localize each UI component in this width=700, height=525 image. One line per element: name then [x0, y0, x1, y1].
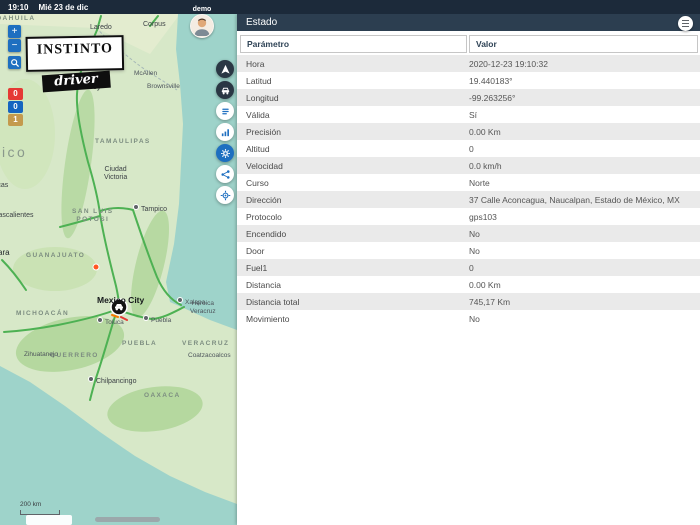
logo-driver-text: driver [41, 70, 111, 93]
table-row-distancia[interactable]: Distancia 0.00 Km [237, 276, 700, 293]
hamburger-icon [682, 20, 689, 22]
param-cell: Altitud [246, 143, 270, 154]
value-cell: No [469, 245, 480, 256]
value-cell: 745,17 Km [469, 296, 511, 307]
value-cell: Sí [469, 109, 478, 120]
param-cell: Movimiento [246, 313, 290, 324]
param-cell: Protocolo [246, 211, 282, 222]
table-row-curso[interactable]: Curso Norte [237, 174, 700, 191]
value-cell: -99.263256° [469, 92, 516, 103]
user-avatar[interactable] [190, 14, 214, 38]
table-row-v-lida[interactable]: Válida Sí [237, 106, 700, 123]
table-row-velocidad[interactable]: Velocidad 0.0 km/h [237, 157, 700, 174]
app-screen: 19:10 Mié 23 de dic AHUILA Laredo Corpus… [0, 0, 700, 525]
param-cell: Door [246, 245, 265, 256]
value-cell: 0 [469, 262, 474, 273]
param-cell: Válida [246, 109, 270, 120]
value-cell: 0.0 km/h [469, 160, 502, 171]
table-row-encendido[interactable]: Encendido No [237, 225, 700, 242]
signal-icon [221, 128, 229, 136]
navigation-button[interactable] [216, 60, 234, 78]
share-button[interactable] [216, 165, 234, 183]
table-row-latitud[interactable]: Latitud 19.440183° [237, 72, 700, 89]
menu-button[interactable] [678, 16, 693, 31]
table-row-direcci-n[interactable]: Dirección 37 Calle Aconcagua, Naucalpan, … [237, 191, 700, 208]
param-cell: Hora [246, 58, 265, 69]
panel-header: Estado [237, 14, 700, 31]
navigation-icon [220, 64, 230, 74]
param-cell: Dirección [246, 194, 282, 205]
badge-blue[interactable]: 0 [8, 101, 23, 113]
status-date: Mié 23 de dic [38, 2, 89, 12]
locate-button[interactable] [216, 186, 234, 204]
value-cell: 37 Calle Aconcagua, Naucalpan, Estado de… [469, 194, 680, 205]
map-scale-label: 200 km [20, 501, 42, 508]
zoom-in-button[interactable]: + [8, 25, 21, 38]
badge-red[interactable]: 0 [8, 88, 23, 100]
table-row-hora[interactable]: Hora 2020-12-23 19:10:32 [237, 55, 700, 72]
table-header-row: Parámetro Valor [240, 35, 698, 53]
gear-icon [220, 148, 230, 158]
app-logo: INSTINTO driver [25, 35, 125, 93]
status-table-body: Hora 2020-12-23 19:10:32 Latitud 19.440183°… [237, 55, 700, 327]
table-row-altitud[interactable]: Altitud 0 [237, 140, 700, 157]
table-row-fuel1[interactable]: Fuel1 0 [237, 259, 700, 276]
param-cell: Fuel1 [246, 262, 268, 273]
param-cell: Curso [246, 177, 269, 188]
status-badges: 001 [8, 88, 23, 127]
alert-marker[interactable] [92, 263, 100, 271]
vehicle-button[interactable] [216, 81, 234, 99]
param-cell: Latitud [246, 75, 272, 86]
status-bar: 19:10 Mié 23 de dic [0, 0, 700, 14]
param-cell: Distancia total [246, 296, 300, 307]
value-cell: 19.440183° [469, 75, 513, 86]
value-cell: 0.00 Km [469, 126, 501, 137]
param-cell: Velocidad [246, 160, 283, 171]
map-attribution [95, 517, 160, 522]
report-button[interactable] [216, 102, 234, 120]
search-icon [10, 58, 19, 67]
mylocation-icon [220, 190, 230, 200]
table-row-precisi-n[interactable]: Precisión 0.00 Km [237, 123, 700, 140]
table-row-door[interactable]: Door No [237, 242, 700, 259]
column-header-valor[interactable]: Valor [469, 35, 698, 53]
person-icon [191, 15, 213, 37]
column-header-parametro[interactable]: Parámetro [240, 35, 467, 53]
table-row-longitud[interactable]: Longitud -99.263256° [237, 89, 700, 106]
map[interactable]: COAHUILALaredoCorpusMcAllenBrownsvilleMo… [0, 14, 237, 525]
value-cell: gps103 [469, 211, 497, 222]
badge-yellow[interactable]: 1 [8, 114, 23, 126]
report-icon [221, 108, 229, 114]
vehicle-marker[interactable] [110, 298, 128, 316]
user-chip: demo [182, 6, 222, 38]
value-cell: Norte [469, 177, 490, 188]
value-cell: 0.00 Km [469, 279, 501, 290]
value-cell: 2020-12-23 19:10:32 [469, 58, 548, 69]
user-name-label: demo [192, 6, 212, 13]
param-cell: Distancia [246, 279, 281, 290]
status-panel: Estado Parámetro Valor Hora 2020-12-23 19… [237, 14, 700, 525]
status-time: 19:10 [8, 2, 29, 12]
table-row-protocolo[interactable]: Protocolo gps103 [237, 208, 700, 225]
logo-instinto-text: INSTINTO [25, 35, 125, 72]
param-cell: Longitud [246, 92, 279, 103]
param-cell: Encendido [246, 228, 287, 239]
live-data-button[interactable] [216, 123, 234, 141]
param-cell: Precisión [246, 126, 281, 137]
value-cell: No [469, 228, 480, 239]
table-row-distancia-total[interactable]: Distancia total 745,17 Km [237, 293, 700, 310]
panel-title: Estado [246, 17, 278, 28]
zoom-out-button[interactable]: − [8, 39, 21, 52]
value-cell: No [469, 313, 480, 324]
map-provider-logo [26, 515, 72, 525]
share-icon [220, 169, 230, 179]
value-cell: 0 [469, 143, 474, 154]
table-row-movimiento[interactable]: Movimiento No [237, 310, 700, 327]
car-icon [221, 87, 229, 94]
status-button[interactable] [216, 144, 234, 162]
map-search-button[interactable] [8, 56, 21, 69]
